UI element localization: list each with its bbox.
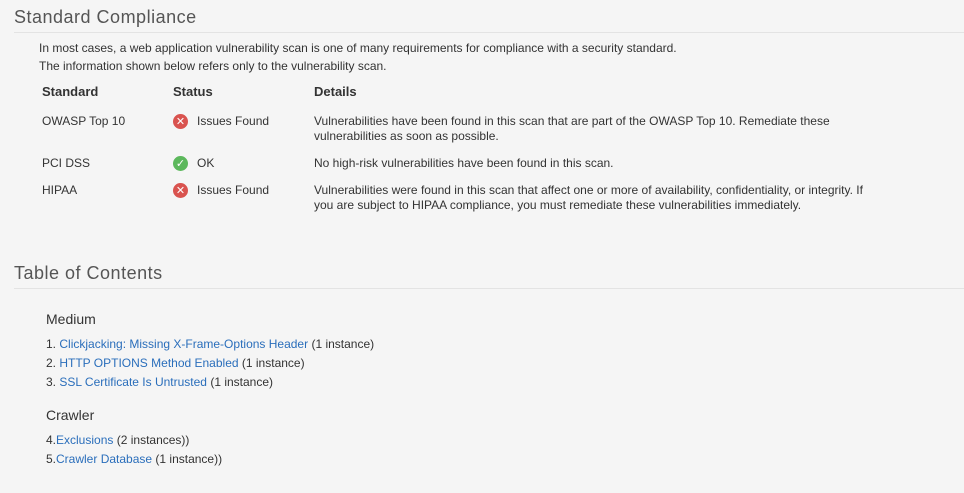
x-circle-icon: ✕ <box>173 183 188 198</box>
intro-text-line-1: In most cases, a web application vulnera… <box>39 41 677 55</box>
status-cell: ✕ Issues Found <box>173 183 269 198</box>
status-text: Issues Found <box>197 183 270 197</box>
toc-link-exclusions[interactable]: Exclusions <box>56 433 113 447</box>
check-circle-icon: ✓ <box>173 156 188 171</box>
item-number: 1. <box>46 337 57 351</box>
toc-link-ssl-certificate[interactable]: SSL Certificate Is Untrusted <box>59 375 207 389</box>
item-number: 4. <box>46 433 57 447</box>
toc-group-heading-medium: Medium <box>46 311 96 327</box>
compliance-table-header: Standard Status Details <box>39 80 877 102</box>
details-text: you are subject to HIPAA compliance, you… <box>314 198 802 212</box>
instance-count: (1 instance)) <box>155 452 223 466</box>
instance-count: (2 instances)) <box>116 433 190 447</box>
table-row: OWASP Top 10 ✕ Issues Found Vulnerabilit… <box>39 102 877 144</box>
header-details: Details <box>314 83 357 99</box>
instance-count: (1 instance) <box>311 337 375 351</box>
table-row: HIPAA ✕ Issues Found Vulnerabilities wer… <box>39 171 877 213</box>
list-item: 5.Crawler Database (1 instance)) <box>46 452 222 466</box>
status-text: OK <box>197 156 215 170</box>
intro-text-line-2: The information shown below refers only … <box>39 59 387 73</box>
toc-link-http-options[interactable]: HTTP OPTIONS Method Enabled <box>59 356 238 370</box>
instance-count: (1 instance) <box>241 356 305 370</box>
table-of-contents-heading: Table of Contents <box>14 263 163 283</box>
status-text: Issues Found <box>197 114 270 128</box>
status-cell: ✓ OK <box>173 156 214 171</box>
standard-name: OWASP Top 10 <box>42 114 126 128</box>
item-number: 3. <box>46 375 57 389</box>
section-divider <box>14 32 964 33</box>
standard-name: PCI DSS <box>42 156 91 170</box>
details-text: No high-risk vulnerabilities have been f… <box>314 156 614 170</box>
standard-compliance-heading: Standard Compliance <box>14 7 197 27</box>
x-circle-icon: ✕ <box>173 114 188 129</box>
standard-name: HIPAA <box>42 183 78 197</box>
toc-link-clickjacking[interactable]: Clickjacking: Missing X-Frame-Options He… <box>59 337 308 351</box>
section-divider <box>14 288 964 289</box>
header-standard: Standard <box>42 83 99 99</box>
instance-count: (1 instance) <box>210 375 274 389</box>
list-item: 2. HTTP OPTIONS Method Enabled (1 instan… <box>46 356 305 370</box>
details-text: Vulnerabilities have been found in this … <box>314 114 830 128</box>
item-number: 2. <box>46 356 57 370</box>
details-text: Vulnerabilities were found in this scan … <box>314 183 863 197</box>
toc-group-heading-crawler: Crawler <box>46 407 95 423</box>
table-row: PCI DSS ✓ OK No high-risk vulnerabilitie… <box>39 144 877 171</box>
status-cell: ✕ Issues Found <box>173 114 269 129</box>
list-item: 1. Clickjacking: Missing X-Frame-Options… <box>46 337 374 351</box>
list-item: 4.Exclusions (2 instances)) <box>46 433 189 447</box>
details-text: vulnerabilities as soon as possible. <box>314 129 499 143</box>
list-item: 3. SSL Certificate Is Untrusted (1 insta… <box>46 375 273 389</box>
compliance-table: Standard Status Details OWASP Top 10 ✕ I… <box>39 80 877 213</box>
header-status: Status <box>173 83 213 99</box>
toc-link-crawler-database[interactable]: Crawler Database <box>56 452 152 466</box>
item-number: 5. <box>46 452 57 466</box>
